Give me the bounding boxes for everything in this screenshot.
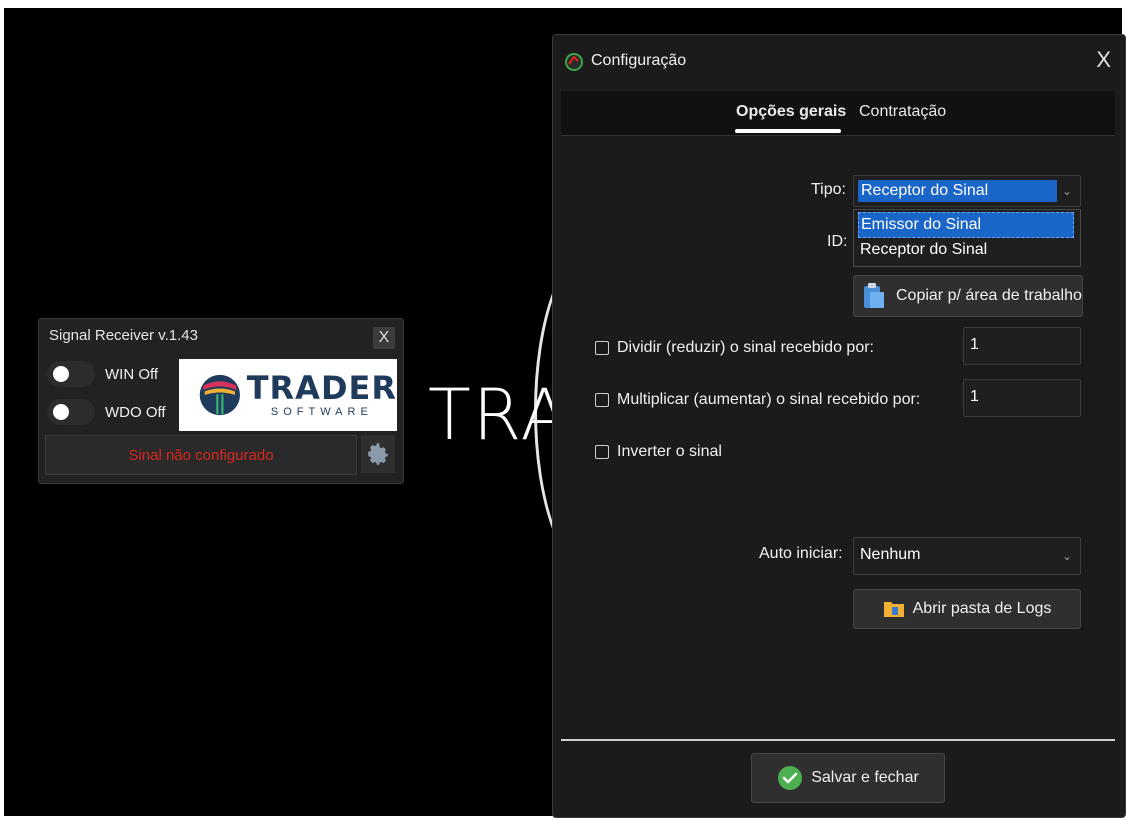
- win-toggle-label: WIN Off: [105, 365, 159, 383]
- dividir-row: Dividir (reduzir) o sinal recebido por:: [595, 339, 874, 357]
- check-circle-icon: [778, 766, 803, 790]
- win-toggle-row: WIN Off: [47, 361, 158, 387]
- footer-divider: [561, 739, 1115, 741]
- save-and-close-button[interactable]: Salvar e fechar: [751, 753, 945, 803]
- multiplicar-label: Multiplicar (aumentar) o sinal recebido …: [617, 391, 921, 408]
- trader-software-logo: TRADER SOFTWARE: [179, 359, 397, 431]
- auto-iniciar-label: Auto iniciar:: [759, 545, 843, 562]
- multiplicar-input[interactable]: 1: [963, 379, 1081, 417]
- clipboard-icon: [864, 283, 884, 308]
- toggle-knob: [53, 404, 69, 420]
- open-logs-folder-button[interactable]: Abrir pasta de Logs: [853, 589, 1081, 629]
- signal-receiver-widget: Signal Receiver v.1.43 X WIN Off WDO Off…: [38, 318, 404, 484]
- tipo-selected-value: Receptor do Sinal: [858, 180, 1057, 202]
- auto-iniciar-value: Nenhum: [860, 546, 921, 563]
- tab-strip: Opções gerais Contratação: [561, 91, 1115, 136]
- wdo-toggle[interactable]: [47, 399, 95, 425]
- chevron-down-icon: ⌄: [1061, 549, 1072, 563]
- tab-contratacao[interactable]: Contratação: [859, 103, 946, 121]
- folder-icon: [883, 602, 904, 617]
- dialog-title: Configuração: [591, 52, 687, 69]
- dialog-titlebar: Configuração X: [553, 35, 1125, 89]
- logo-tagline: SOFTWARE: [270, 406, 373, 418]
- app-icon: [565, 53, 583, 71]
- dividir-label: Dividir (reduzir) o sinal recebido por:: [617, 339, 874, 356]
- logo-name: TRADER: [246, 369, 397, 407]
- signal-status-bar[interactable]: Sinal não configurado: [45, 435, 357, 475]
- gear-icon: [368, 443, 388, 465]
- inverter-row: Inverter o sinal: [595, 443, 722, 461]
- toggle-knob: [53, 366, 69, 382]
- option-receptor-do-sinal[interactable]: Receptor do Sinal: [858, 238, 987, 262]
- auto-iniciar-select[interactable]: Nenhum ⌄: [853, 537, 1081, 575]
- trader-logo-icon: [199, 374, 240, 416]
- active-tab-indicator: [735, 129, 841, 133]
- copy-to-clipboard-button[interactable]: Copiar p/ área de trabalho: [853, 275, 1083, 317]
- dividir-input[interactable]: 1: [963, 327, 1081, 365]
- multiplicar-row: Multiplicar (aumentar) o sinal recebido …: [595, 391, 920, 409]
- configuration-dialog: Configuração X Opções gerais Contratação…: [552, 34, 1126, 818]
- option-emissor-do-sinal[interactable]: Emissor do Sinal: [858, 212, 1074, 238]
- dividir-checkbox[interactable]: [595, 341, 609, 355]
- chevron-down-icon: ⌄: [1061, 184, 1072, 198]
- wdo-toggle-label: WDO Off: [105, 403, 166, 421]
- settings-button[interactable]: [361, 435, 395, 473]
- dialog-close-button[interactable]: X: [1096, 47, 1111, 73]
- inverter-label: Inverter o sinal: [617, 443, 722, 460]
- wdo-toggle-row: WDO Off: [47, 399, 166, 425]
- save-button-label: Salvar e fechar: [811, 769, 919, 786]
- widget-close-button[interactable]: X: [373, 327, 395, 349]
- tipo-select[interactable]: Receptor do Sinal ⌄: [853, 175, 1081, 207]
- copy-button-label: Copiar p/ área de trabalho: [896, 287, 1082, 304]
- logs-button-label: Abrir pasta de Logs: [912, 600, 1052, 617]
- widget-title: Signal Receiver v.1.43: [49, 327, 198, 344]
- id-label: ID:: [827, 233, 848, 250]
- tab-opcoes-gerais[interactable]: Opções gerais: [736, 103, 846, 121]
- inverter-checkbox[interactable]: [595, 445, 609, 459]
- win-toggle[interactable]: [47, 361, 95, 387]
- background-brand-text: TRA: [428, 374, 571, 456]
- tipo-label: Tipo:: [811, 181, 846, 198]
- tipo-dropdown-list: Emissor do Sinal Receptor do Sinal: [853, 209, 1081, 267]
- multiplicar-checkbox[interactable]: [595, 393, 609, 407]
